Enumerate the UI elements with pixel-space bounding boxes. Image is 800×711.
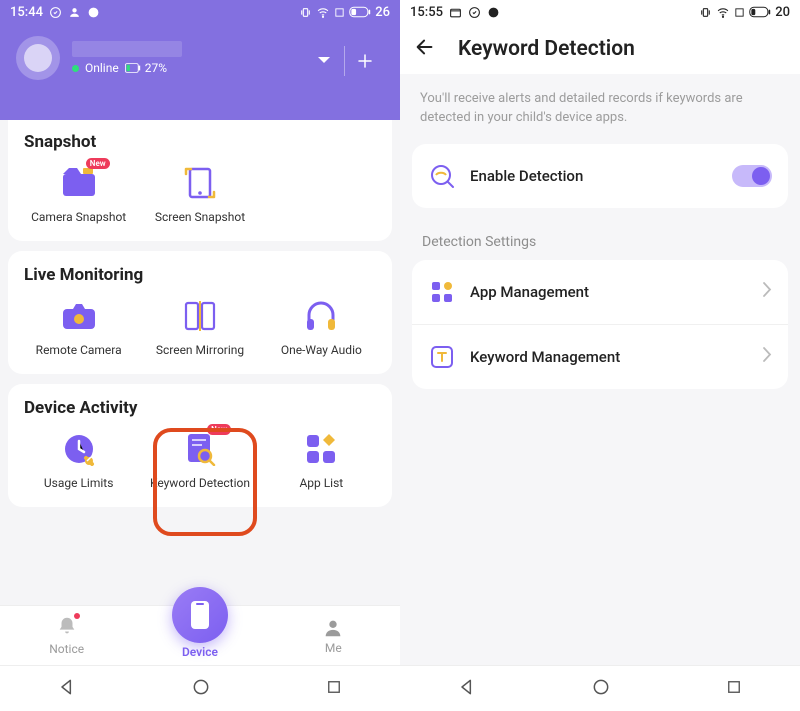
vibrate-icon	[699, 6, 712, 19]
bottom-tabs: Notice Device Me	[0, 605, 400, 665]
battery-pct: 27%	[145, 61, 167, 75]
online-dot-icon	[72, 65, 79, 72]
avatar[interactable]	[16, 36, 60, 80]
nav-recent-button[interactable]	[325, 678, 343, 700]
screen-mirroring-button[interactable]: Screen Mirroring	[141, 297, 258, 358]
circle-home-icon	[591, 677, 611, 697]
activity-title: Device Activity	[20, 398, 380, 418]
remote-camera-button[interactable]: Remote Camera	[20, 297, 137, 358]
globe-icon	[487, 6, 500, 19]
detection-icon	[429, 163, 455, 189]
square-recent-icon	[325, 678, 343, 696]
vibrate-icon	[299, 6, 312, 19]
tab-me[interactable]: Me	[288, 617, 378, 655]
page-header: Keyword Detection	[400, 24, 800, 74]
chevron-right-icon	[763, 347, 772, 366]
nav-home-button[interactable]	[191, 677, 211, 701]
status-battery: 26	[375, 5, 390, 20]
new-badge: New	[86, 158, 110, 169]
status-time: 15:44	[10, 5, 43, 20]
status-bar: 15:44 26	[0, 0, 400, 24]
tab-device[interactable]: Device	[155, 613, 245, 659]
enable-toggle[interactable]	[732, 165, 772, 187]
phone-icon	[189, 600, 211, 630]
app-management-row[interactable]: App Management	[412, 260, 788, 324]
battery-small-icon	[125, 63, 141, 73]
nav-back-button[interactable]	[57, 677, 77, 701]
nav-back-button[interactable]	[457, 677, 477, 701]
screen-snapshot-button[interactable]: Screen Snapshot	[141, 164, 258, 225]
triangle-back-icon	[57, 677, 77, 697]
profile-header: Online 27%	[0, 24, 400, 120]
android-navbar	[400, 665, 800, 711]
usage-limits-button[interactable]: Usage Limits	[20, 430, 137, 491]
status-battery: 20	[775, 5, 790, 20]
sync-icon	[468, 6, 481, 19]
mirror-icon	[182, 301, 218, 331]
nav-home-button[interactable]	[591, 677, 611, 701]
page-title: Keyword Detection	[458, 37, 635, 61]
camera-snapshot-button[interactable]: New Camera Snapshot	[20, 164, 137, 225]
app-list-button[interactable]: App List	[263, 430, 380, 491]
status-time: 15:55	[410, 5, 443, 20]
keyword-detection-button[interactable]: New Keyword Detection	[141, 430, 258, 491]
caret-down-icon	[317, 56, 331, 66]
globe-icon	[87, 6, 100, 19]
activity-card: Device Activity Usage Limits New Keyword…	[8, 384, 392, 507]
user-icon	[68, 6, 81, 19]
document-search-icon	[183, 432, 217, 466]
back-button[interactable]	[414, 36, 436, 62]
plus-icon	[356, 52, 374, 70]
dropdown-button[interactable]	[304, 46, 344, 76]
enable-detection-row[interactable]: Enable Detection	[412, 144, 788, 208]
square-icon	[334, 7, 345, 18]
enable-card: Enable Detection	[412, 144, 788, 208]
add-button[interactable]	[344, 46, 384, 76]
square-icon	[734, 7, 745, 18]
settings-section-label: Detection Settings	[400, 226, 800, 260]
circle-home-icon	[191, 677, 211, 697]
snapshot-title: Snapshot	[20, 132, 380, 152]
text-box-icon	[429, 344, 455, 370]
nav-recent-button[interactable]	[725, 678, 743, 700]
battery-icon	[349, 6, 371, 18]
notification-dot-icon	[74, 613, 80, 619]
profile-name	[72, 41, 182, 57]
chevron-right-icon	[763, 282, 772, 301]
triangle-back-icon	[457, 677, 477, 697]
camera-icon	[61, 301, 97, 331]
person-icon	[322, 617, 344, 639]
arrow-left-icon	[414, 36, 436, 58]
one-way-audio-button[interactable]: One-Way Audio	[263, 297, 380, 358]
wifi-icon	[716, 6, 730, 19]
android-navbar	[0, 665, 400, 711]
folder-icon	[449, 6, 462, 19]
live-card: Live Monitoring Remote Camera Screen Mir…	[8, 251, 392, 374]
page-subtitle: You'll receive alerts and detailed recor…	[400, 74, 800, 144]
headphones-icon	[304, 299, 338, 333]
snapshot-card: Snapshot New Camera Snapshot Screen Snap…	[8, 120, 392, 241]
settings-card: App Management Keyword Management	[412, 260, 788, 389]
new-badge: New	[207, 424, 231, 435]
tab-notice[interactable]: Notice	[22, 615, 112, 656]
live-title: Live Monitoring	[20, 265, 380, 285]
square-recent-icon	[725, 678, 743, 696]
screen-snapshot-icon	[184, 167, 216, 199]
online-label: Online	[85, 61, 119, 75]
clock-icon	[62, 432, 96, 466]
apps-icon	[305, 433, 337, 465]
battery-icon	[749, 6, 771, 18]
status-bar: 15:55 20	[400, 0, 800, 24]
keyword-management-row[interactable]: Keyword Management	[412, 324, 788, 389]
enable-label: Enable Detection	[470, 167, 718, 185]
camera-snapshot-icon	[61, 168, 97, 198]
apps-grid-icon	[430, 280, 454, 304]
sync-icon	[49, 6, 62, 19]
wifi-icon	[316, 6, 330, 19]
